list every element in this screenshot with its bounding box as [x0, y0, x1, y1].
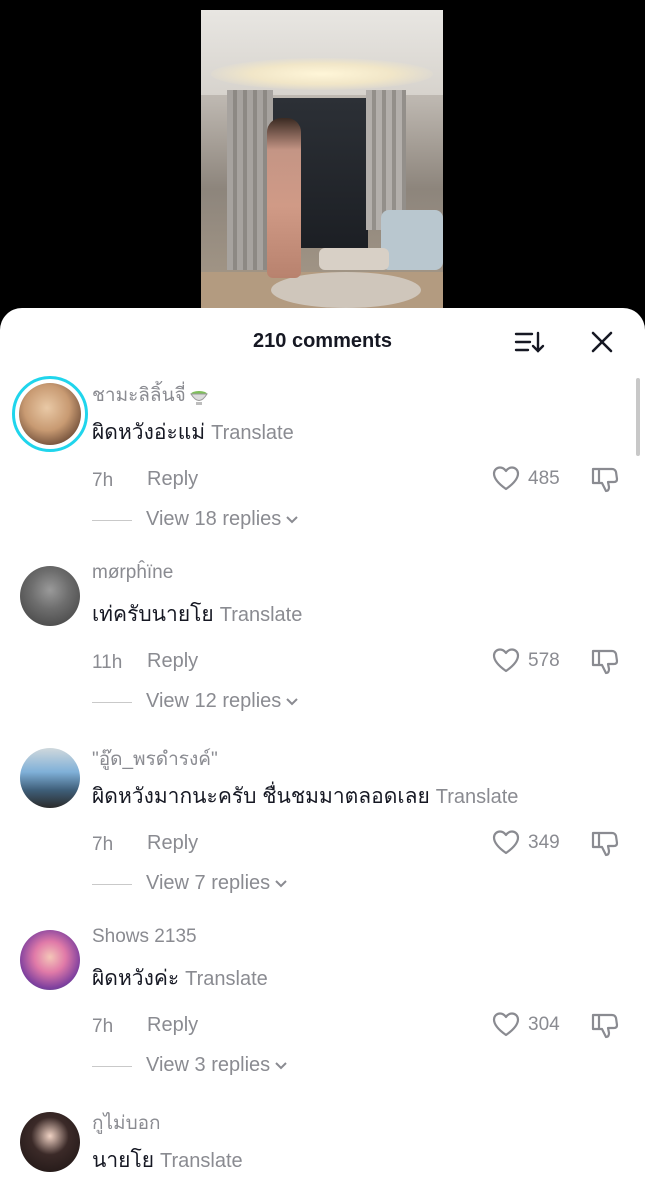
comment-username[interactable]: mørpĥïne — [92, 562, 173, 584]
avatar-image — [19, 383, 81, 445]
reply-button[interactable]: Reply — [147, 1014, 198, 1037]
comment-username[interactable]: ชามะลิลิ้นจี่ — [92, 380, 210, 410]
comments-count: 210 comments — [253, 330, 392, 352]
comment-username[interactable]: กูไม่บอก — [92, 1108, 161, 1138]
view-replies-button[interactable]: View 7 replies — [146, 872, 288, 895]
replies-divider — [92, 884, 132, 885]
view-replies-button[interactable]: View 3 replies — [146, 1054, 288, 1077]
reply-button[interactable]: Reply — [147, 468, 198, 491]
comment-time: 11h — [92, 652, 123, 673]
dislike-icon[interactable] — [590, 1011, 620, 1041]
dislike-icon[interactable] — [590, 829, 620, 859]
video-preview[interactable] — [201, 10, 443, 308]
sort-icon[interactable] — [514, 330, 546, 354]
comment-body: ผิดหวังมากนะครับ ชื่นชมมาตลอดเลย — [92, 785, 430, 808]
comments-header: 210 comments — [0, 308, 645, 374]
video-table — [319, 248, 389, 270]
avatar[interactable] — [20, 566, 80, 626]
comment-text: นายโย Translate — [92, 1144, 243, 1177]
comment-time: 7h — [92, 1016, 114, 1037]
like-count: 304 — [528, 1014, 560, 1035]
like-count: 578 — [528, 650, 560, 671]
comment-item: กูไม่บอก นายโย Translate — [0, 1102, 645, 1200]
replies-divider — [92, 520, 132, 521]
heart-icon[interactable] — [492, 829, 520, 857]
comment-body: นายโย — [92, 1149, 155, 1172]
comment-time: 7h — [92, 834, 114, 855]
comment-body: ผิดหวังอ่ะแม่ — [92, 421, 206, 444]
matcha-bowl-icon — [189, 390, 208, 405]
comment-body: ผิดหวังค่ะ — [92, 967, 180, 990]
translate-link[interactable]: Translate — [185, 968, 268, 990]
replies-divider — [92, 702, 132, 703]
comments-sheet: 210 comments ชามะลิลิ้นจี่ ผิดหวังอ่ะแม่… — [0, 308, 645, 1200]
like-count: 349 — [528, 832, 560, 853]
translate-link[interactable]: Translate — [436, 786, 519, 808]
view-replies-label: View 3 replies — [146, 1054, 271, 1076]
view-replies-button[interactable]: View 12 replies — [146, 690, 299, 713]
video-sofa — [381, 210, 443, 270]
chevron-down-icon — [286, 516, 298, 524]
reply-button[interactable]: Reply — [147, 650, 198, 673]
username-text: ชามะลิลิ้นจี่ — [92, 385, 186, 406]
comment-time: 7h — [92, 470, 114, 491]
view-replies-label: View 12 replies — [146, 690, 282, 712]
replies-divider — [92, 1066, 132, 1067]
chevron-down-icon — [275, 880, 287, 888]
avatar[interactable] — [20, 748, 80, 808]
comment-item: Shows 2135 ผิดหวังค่ะ Translate 7h Reply … — [0, 920, 645, 1102]
translate-link[interactable]: Translate — [160, 1150, 243, 1172]
comment-item: ชามะลิลิ้นจี่ ผิดหวังอ่ะแม่ Translate 7h … — [0, 374, 645, 556]
dislike-icon[interactable] — [590, 465, 620, 495]
video-person — [267, 118, 301, 278]
video-curtain-right — [366, 90, 406, 230]
dislike-icon[interactable] — [590, 647, 620, 677]
avatar[interactable] — [12, 376, 88, 452]
chevron-down-icon — [275, 1062, 287, 1070]
comment-text: ผิดหวังอ่ะแม่ Translate — [92, 416, 294, 449]
view-replies-label: View 7 replies — [146, 872, 271, 894]
video-ceiling-light — [211, 58, 433, 90]
like-count: 485 — [528, 468, 560, 489]
heart-icon[interactable] — [492, 1011, 520, 1039]
heart-icon[interactable] — [492, 465, 520, 493]
view-replies-label: View 18 replies — [146, 508, 282, 530]
comment-item: mørpĥïne เท่ครับนายโย Translate 11h Reply… — [0, 556, 645, 738]
comment-text: ผิดหวังค่ะ Translate — [92, 962, 268, 995]
comment-username[interactable]: Shows 2135 — [92, 926, 197, 948]
translate-link[interactable]: Translate — [211, 422, 294, 444]
comment-body: เท่ครับนายโย — [92, 603, 214, 626]
close-icon[interactable] — [588, 328, 616, 356]
comment-text: เท่ครับนายโย Translate — [92, 598, 302, 631]
chevron-down-icon — [286, 698, 298, 706]
view-replies-button[interactable]: View 18 replies — [146, 508, 299, 531]
comment-item: "อู๊ด_พรดำรงค์" ผิดหวังมากนะครับ ชื่นชมม… — [0, 738, 645, 920]
avatar[interactable] — [20, 930, 80, 990]
comment-text: ผิดหวังมากนะครับ ชื่นชมมาตลอดเลย Translat… — [92, 780, 518, 813]
heart-icon[interactable] — [492, 647, 520, 675]
comment-username[interactable]: "อู๊ด_พรดำรงค์" — [92, 744, 218, 774]
reply-button[interactable]: Reply — [147, 832, 198, 855]
avatar[interactable] — [20, 1112, 80, 1172]
translate-link[interactable]: Translate — [220, 604, 303, 626]
